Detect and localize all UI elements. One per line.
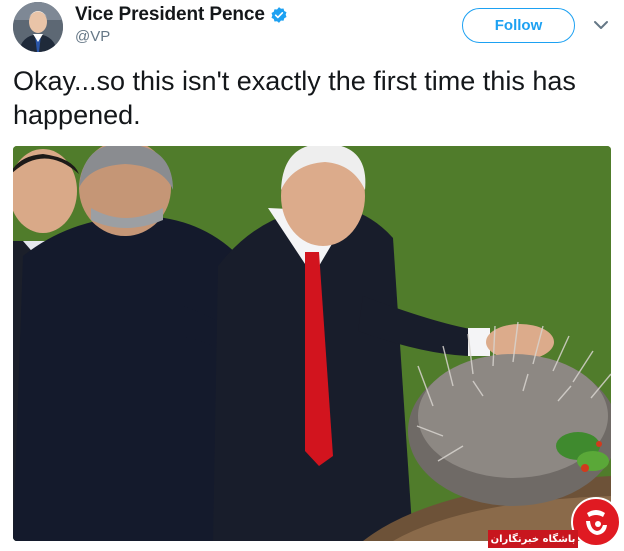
verified-badge-icon [270, 6, 288, 24]
watermark-label: باشگاه خبرنگاران [488, 530, 578, 548]
user-handle[interactable]: @VP [75, 28, 110, 45]
author-name-row: Vice President Pence [75, 3, 288, 27]
chevron-down-icon[interactable] [592, 16, 610, 34]
avatar-image [13, 2, 63, 52]
avatar[interactable] [13, 2, 63, 52]
watermark: باشگاه خبرنگاران [488, 497, 624, 551]
photo-illustration [13, 146, 611, 541]
watermark-logo-icon [571, 497, 621, 547]
tweet-text: Okay...so this isn't exactly the first t… [13, 66, 576, 130]
tweet-media-photo[interactable] [13, 146, 611, 541]
display-name[interactable]: Vice President Pence [75, 4, 265, 26]
follow-button[interactable]: Follow [462, 8, 575, 43]
